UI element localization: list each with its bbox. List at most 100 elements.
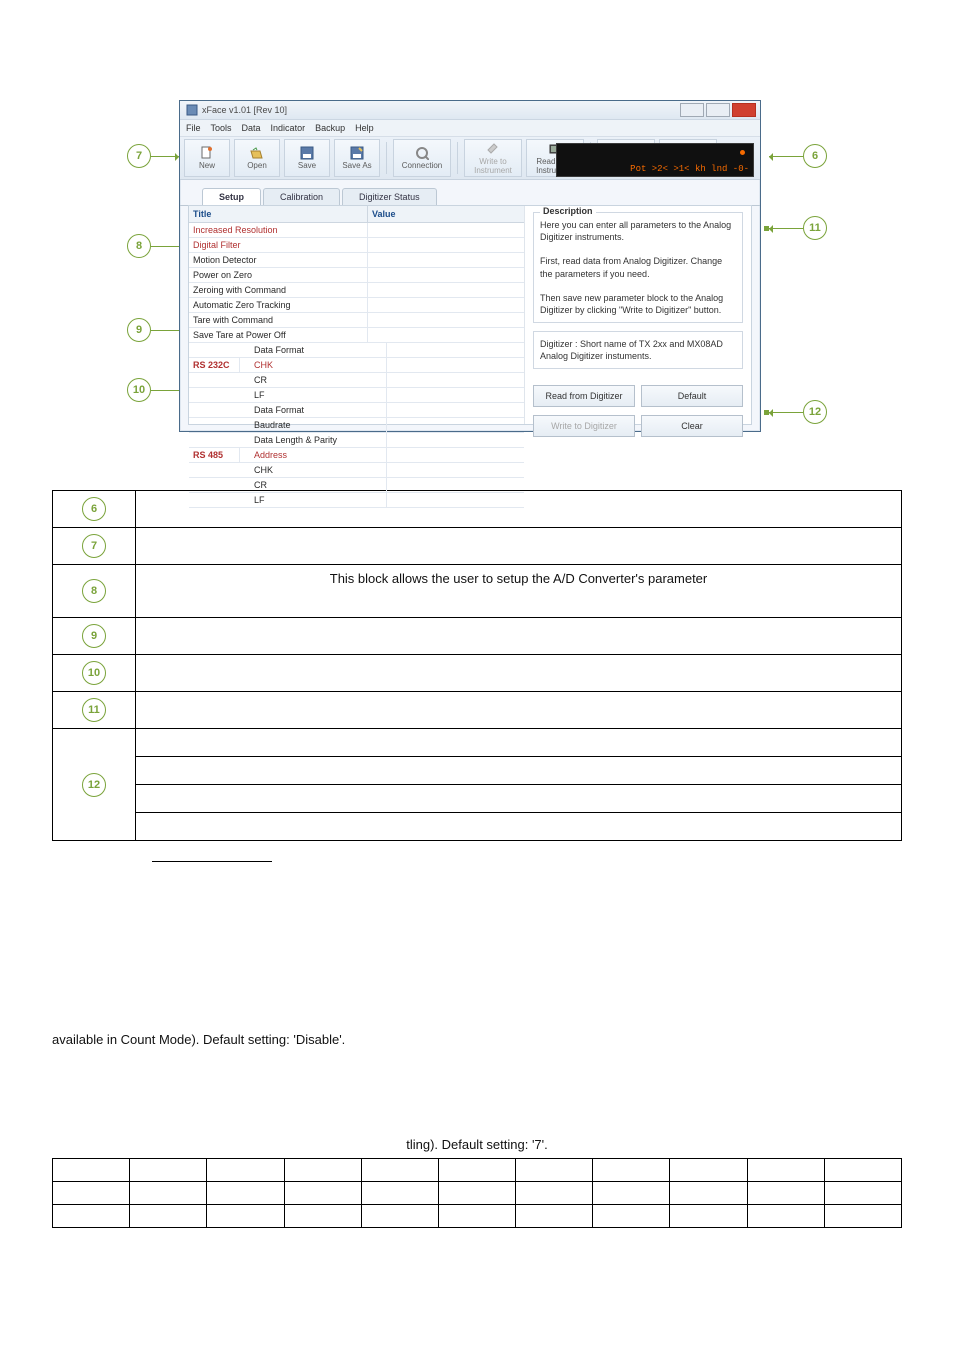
toolbar-save-as[interactable]: Save As xyxy=(334,139,380,177)
new-icon xyxy=(200,146,214,160)
toolbar-separator xyxy=(386,142,387,174)
app-icon xyxy=(186,104,198,116)
digital-filter-table xyxy=(52,1158,902,1228)
description-text: Digitizer : Short name of TX 2xx and MX0… xyxy=(540,338,736,362)
description-legend: Description xyxy=(540,206,596,216)
minimize-button[interactable] xyxy=(680,103,704,117)
legend-11-text xyxy=(136,692,902,729)
legend-7: 7 xyxy=(82,534,106,558)
grid-row-label[interactable]: Zeroing with Command xyxy=(189,283,368,297)
digitizer-note-fieldset: Digitizer : Short name of TX 2xx and MX0… xyxy=(533,331,743,369)
screenshot-area: 7 8 9 10 6 11 xyxy=(127,100,827,460)
callout-7: 7 xyxy=(127,144,151,168)
menu-tools[interactable]: Tools xyxy=(211,123,232,133)
body-text-2: tling). Default setting: '7'. xyxy=(52,1137,902,1152)
open-icon xyxy=(250,146,264,160)
callout-11: 11 xyxy=(803,216,827,240)
description-text: First, read data from Analog Digitizer. … xyxy=(540,255,736,279)
description-fieldset: Description Here you can enter all param… xyxy=(533,212,743,323)
default-button[interactable]: Default xyxy=(641,385,743,407)
lcd-display: Pot >2< >1< kh lnd -0- xyxy=(556,143,754,177)
tab-setup[interactable]: Setup xyxy=(202,188,261,205)
rs485-group-label: RS 485 xyxy=(189,448,240,462)
grid-header-value: Value xyxy=(368,206,524,222)
legend-11: 11 xyxy=(82,698,106,722)
legend-10-text xyxy=(136,655,902,692)
rs232-group-label: RS 232C xyxy=(189,358,240,372)
rule xyxy=(152,861,272,862)
legend-12-text-c xyxy=(136,785,902,813)
grid-header-title: Title xyxy=(189,206,368,222)
legend-12: 12 xyxy=(82,773,106,797)
save-icon xyxy=(300,146,314,160)
description-text: Then save new parameter block to the Ana… xyxy=(540,292,736,316)
callout-9: 9 xyxy=(127,318,151,342)
write-icon xyxy=(486,142,500,156)
grid-row-label[interactable]: Save Tare at Power Off xyxy=(189,328,368,342)
grid-row-label[interactable]: Address xyxy=(240,448,387,462)
toolbar-new[interactable]: New xyxy=(184,139,230,177)
main-tabs: Setup Calibration Digitizer Status xyxy=(180,184,760,206)
close-button[interactable] xyxy=(732,103,756,117)
legend-12-text-b xyxy=(136,757,902,785)
toolbar-separator xyxy=(457,142,458,174)
app-window: xFace v1.01 [Rev 10] File Tools Data Ind… xyxy=(179,100,761,432)
parameter-grid: Title Value Increased Resolution Digital… xyxy=(189,206,525,424)
description-text: Here you can enter all parameters to the… xyxy=(540,219,736,243)
legend-9: 9 xyxy=(82,624,106,648)
toolbar-open[interactable]: Open xyxy=(234,139,280,177)
callout-6: 6 xyxy=(803,144,827,168)
menu-bar: File Tools Data Indicator Backup Help xyxy=(180,120,760,137)
maximize-button[interactable] xyxy=(706,103,730,117)
grid-row-label[interactable]: Baudrate xyxy=(240,418,387,432)
legend-9-text xyxy=(136,618,902,655)
grid-row-label[interactable]: Motion Detector xyxy=(189,253,368,267)
grid-row-label[interactable]: Tare with Command xyxy=(189,313,368,327)
toolbar-write-to-instrument: Write to Instrument xyxy=(464,139,522,177)
menu-data[interactable]: Data xyxy=(242,123,261,133)
write-to-digitizer-button: Write to Digitizer xyxy=(533,415,635,437)
tab-calibration[interactable]: Calibration xyxy=(263,188,340,205)
toolbar-connection[interactable]: Connection xyxy=(393,139,451,177)
toolbar-save[interactable]: Save xyxy=(284,139,330,177)
grid-row-label[interactable]: Digital Filter xyxy=(189,238,368,252)
menu-backup[interactable]: Backup xyxy=(315,123,345,133)
menu-indicator[interactable]: Indicator xyxy=(271,123,306,133)
legend-12-text-d xyxy=(136,813,902,841)
connection-icon xyxy=(415,146,429,160)
grid-row-label[interactable]: Automatic Zero Tracking xyxy=(189,298,368,312)
menu-file[interactable]: File xyxy=(186,123,201,133)
grid-row-label[interactable]: Data Format xyxy=(240,343,387,357)
save-as-icon xyxy=(350,146,364,160)
body-text-1: available in Count Mode). Default settin… xyxy=(52,1032,902,1047)
callout-12: 12 xyxy=(803,400,827,424)
grid-row-label[interactable]: Increased Resolution xyxy=(189,223,368,237)
legend-7-text xyxy=(136,528,902,565)
lcd-indicator-dot xyxy=(740,150,745,155)
grid-row-label[interactable]: CHK xyxy=(240,358,387,372)
clear-button[interactable]: Clear xyxy=(641,415,743,437)
grid-row-label[interactable]: CHK xyxy=(240,463,387,477)
grid-row-label[interactable]: CR xyxy=(240,373,387,387)
legend-8: 8 xyxy=(82,579,106,603)
menu-help[interactable]: Help xyxy=(355,123,374,133)
legend-6: 6 xyxy=(82,497,106,521)
grid-row-label[interactable]: Data Length & Parity xyxy=(240,433,387,447)
legend-12-text-a xyxy=(136,729,902,757)
callout-8: 8 xyxy=(127,234,151,258)
grid-row-label[interactable]: LF xyxy=(240,388,387,402)
tab-digitizer-status[interactable]: Digitizer Status xyxy=(342,188,437,205)
legend-10: 10 xyxy=(82,661,106,685)
grid-row-label[interactable]: Power on Zero xyxy=(189,268,368,282)
title-bar: xFace v1.01 [Rev 10] xyxy=(180,101,760,120)
legend-table: 6 7 8 This block allows the user to setu… xyxy=(52,490,902,841)
side-panel: Description Here you can enter all param… xyxy=(525,206,751,424)
callout-10: 10 xyxy=(127,378,151,402)
legend-8-text: This block allows the user to setup the … xyxy=(136,565,902,618)
grid-row-label[interactable]: LF xyxy=(240,493,387,507)
content-area: Title Value Increased Resolution Digital… xyxy=(188,205,752,425)
read-from-digitizer-button[interactable]: Read from Digitizer xyxy=(533,385,635,407)
lcd-text: Pot >2< >1< kh lnd -0- xyxy=(630,164,749,174)
grid-row-label[interactable]: Data Format xyxy=(240,403,387,417)
grid-row-label[interactable]: CR xyxy=(240,478,387,492)
